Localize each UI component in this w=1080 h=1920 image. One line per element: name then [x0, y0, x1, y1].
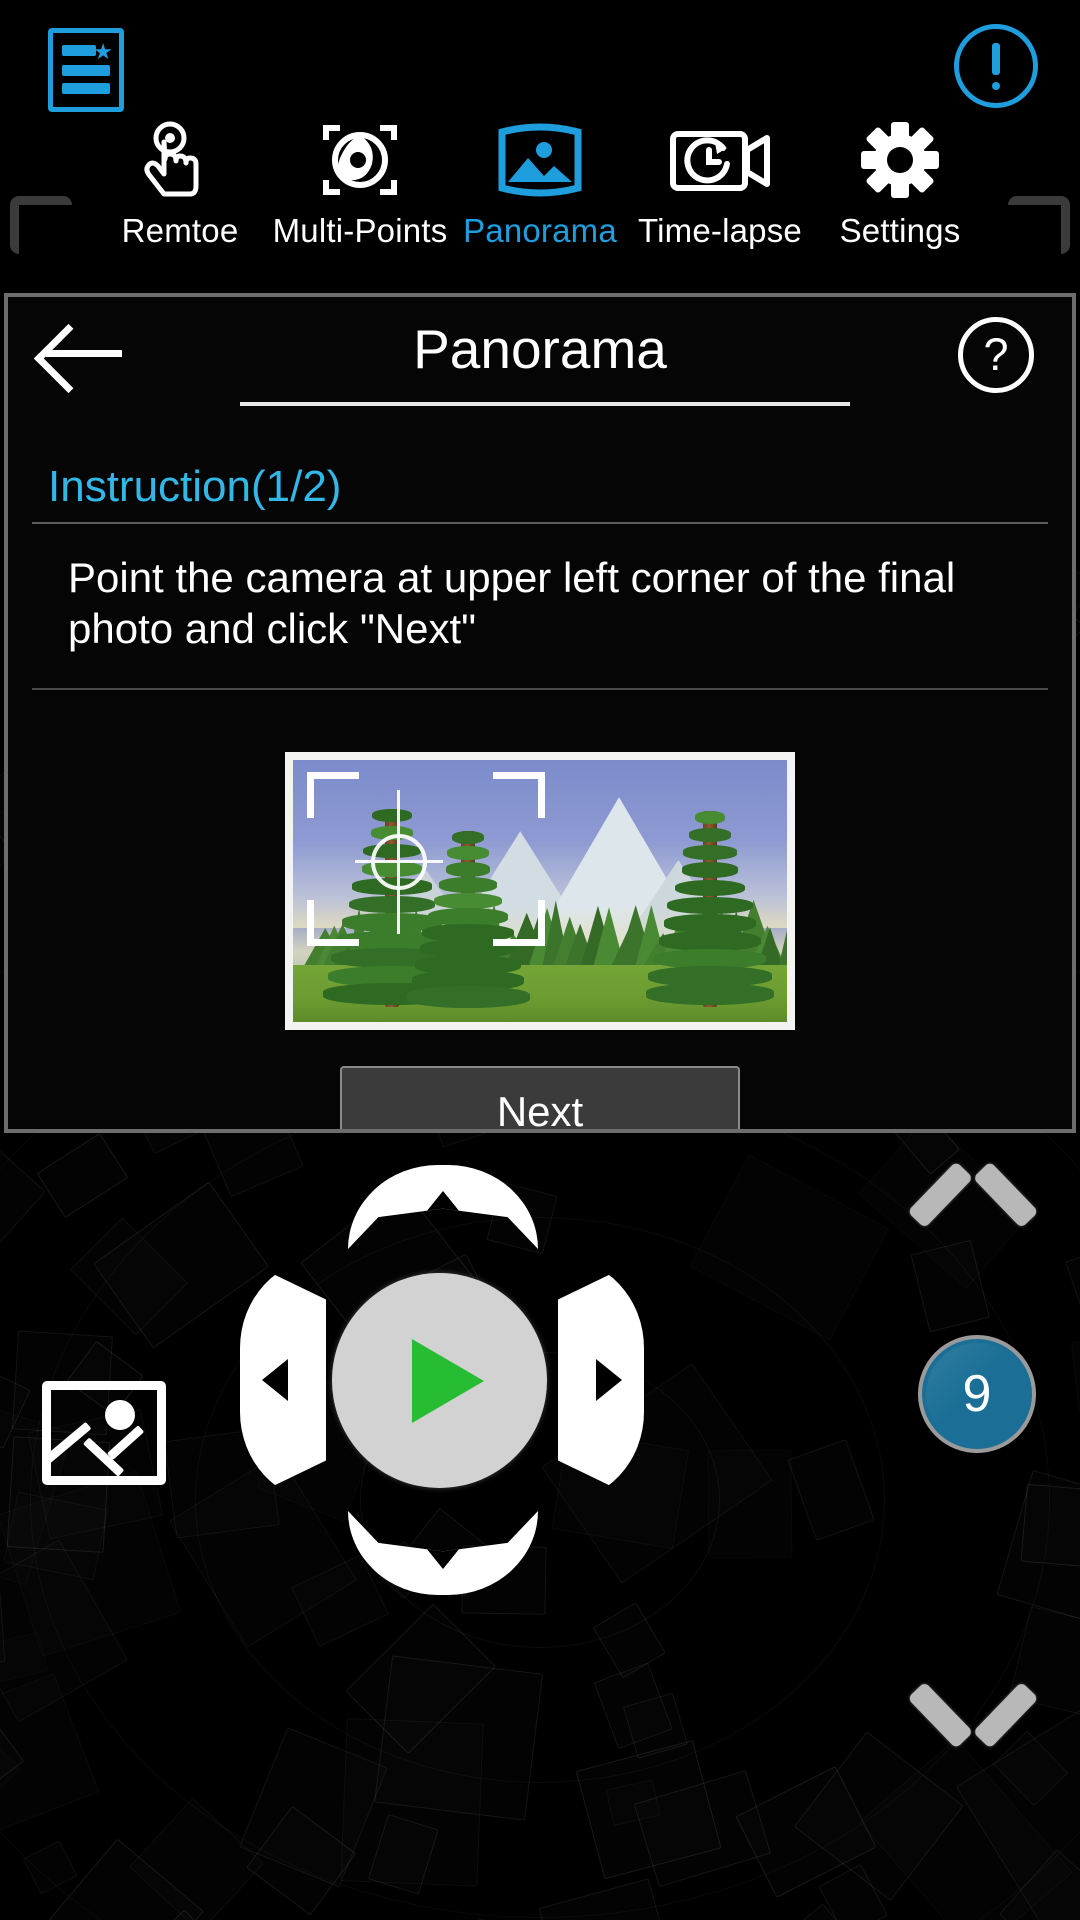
title-underline [240, 402, 850, 406]
viewfinder-corner-bottom-left [307, 900, 359, 947]
divider-top [32, 522, 1048, 524]
mode-label-panorama: Panorama [463, 212, 617, 249]
panorama-icon [492, 120, 588, 200]
timelapse-video-icon [665, 120, 775, 200]
star-glyph: ★ [93, 39, 113, 64]
mode-label-multi-points: Multi-Points [272, 212, 448, 249]
gallery-button[interactable] [42, 1381, 166, 1485]
mode-item-panorama[interactable]: Panorama [450, 120, 630, 250]
top-bar: ★ Remtoe Multi-Points Panorama Time-laps… [0, 0, 1080, 290]
arrow-left-icon [262, 1359, 288, 1401]
mountain-glyph [51, 1420, 157, 1476]
dialog-title: Panorama [413, 318, 667, 380]
landscape-illustration [293, 760, 787, 1023]
help-label: ? [983, 329, 1009, 380]
dialog-header: Panorama ? [8, 297, 1072, 412]
touch-hand-icon [134, 120, 226, 200]
divider-bottom [32, 688, 1048, 691]
doc-line-2 [62, 65, 110, 76]
warning-dot [992, 82, 1000, 90]
arrow-up-icon [422, 1191, 464, 1217]
next-button[interactable]: Next [340, 1066, 740, 1133]
help-button[interactable]: ? [958, 317, 1034, 393]
panorama-dialog: Panorama ? Instruction(1/2) Point the ca… [4, 293, 1076, 1133]
shutter-button[interactable] [332, 1273, 547, 1488]
speed-value: 9 [962, 1365, 992, 1423]
document-star-icon[interactable]: ★ [48, 28, 124, 112]
chevron-up-icon-left [907, 1161, 974, 1229]
mode-item-settings[interactable]: Settings [810, 120, 990, 250]
control-area: 9 [0, 1140, 1080, 1920]
play-triangle-icon [411, 1338, 484, 1423]
dpad-up-button[interactable] [348, 1165, 538, 1249]
tilt-down-button[interactable] [907, 1670, 1039, 1749]
mode-label-settings: Settings [839, 212, 961, 249]
arrow-right-icon [596, 1359, 622, 1401]
dpad-down-button[interactable] [348, 1511, 538, 1595]
viewfinder-corner-top-left [307, 772, 359, 819]
doc-line-1 [62, 45, 96, 56]
mode-item-multi-points[interactable]: Multi-Points [270, 120, 450, 250]
viewfinder-corner-top-right [493, 772, 545, 819]
mountain-line-c [106, 1425, 145, 1460]
viewfinder-corner-bottom-right [493, 900, 545, 947]
dpad-left-button[interactable] [240, 1258, 326, 1502]
chevron-up-icon-right [972, 1161, 1039, 1229]
crosshair-icon [355, 790, 443, 935]
chevron-down-icon-left [907, 1681, 974, 1749]
mode-label-remote: Remtoe [121, 212, 239, 249]
crosshair-circle [371, 834, 427, 891]
warning-circle-icon[interactable] [954, 24, 1038, 108]
tilt-up-button[interactable] [907, 1161, 1039, 1244]
mode-item-remote[interactable]: Remtoe [90, 120, 270, 250]
mode-bar: Remtoe Multi-Points Panorama Time-lapse … [0, 120, 1080, 270]
arrow-down-icon [422, 1543, 464, 1569]
mode-item-time-lapse[interactable]: Time-lapse [630, 120, 810, 250]
instruction-body: Point the camera at upper left corner of… [68, 554, 956, 653]
gear-icon [857, 120, 943, 200]
aperture-icon [314, 120, 406, 200]
frame-corner-top-right [1008, 196, 1070, 254]
dpad [240, 1165, 644, 1595]
illustration-frame [285, 752, 795, 1031]
chevron-down-icon-right [972, 1681, 1039, 1749]
speed-badge[interactable]: 9 [918, 1335, 1036, 1453]
mode-label-time-lapse: Time-lapse [638, 212, 802, 249]
doc-line-3 [62, 83, 110, 94]
dpad-right-button[interactable] [558, 1258, 644, 1502]
foreground-tree-right [646, 810, 774, 1007]
warning-bar [992, 43, 1000, 75]
frame-corner-top-left [10, 196, 72, 254]
instruction-header: Instruction(1/2) [48, 462, 342, 511]
next-button-label: Next [496, 1088, 584, 1133]
